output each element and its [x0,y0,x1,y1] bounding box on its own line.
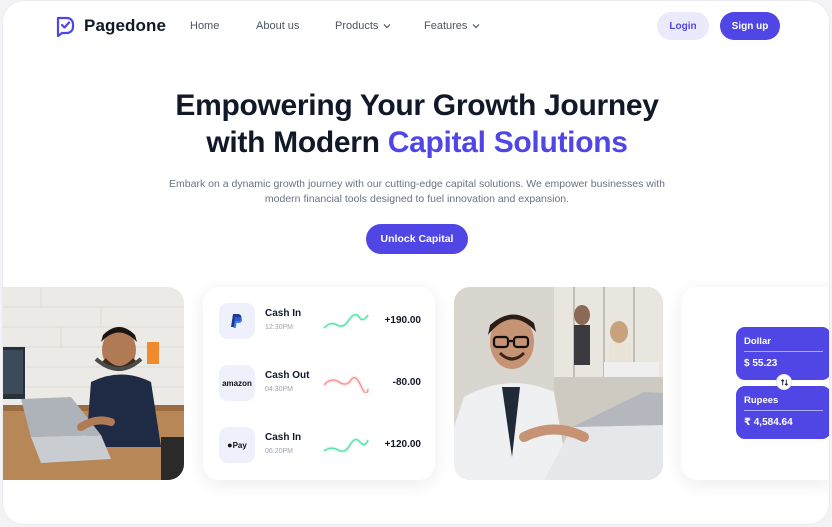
dollar-label: Dollar [744,336,823,352]
rupees-value: ₹ 4,584.64 [744,417,793,428]
headline-line-1: Empowering Your Growth Journey [175,89,659,122]
transaction-row[interactable]: amazon Cash Out 04:30PM -80.00 [219,365,421,401]
swap-icon [780,378,788,386]
nav-features[interactable]: Features [424,20,480,32]
nav-products[interactable]: Products [335,20,391,32]
nav-features-label: Features [424,20,468,32]
photo-man-laptop [3,287,184,480]
transaction-label: Cash In [265,432,302,443]
rupees-field[interactable]: Rupees ₹ 4,584.64 [736,386,829,439]
headline-line-2-text: with Modern [206,126,388,159]
swap-button[interactable] [776,374,792,390]
unlock-capital-button[interactable]: Unlock Capital [366,224,468,254]
headline-accent: Capital Solutions [387,126,628,159]
chevron-down-icon [472,24,480,29]
transactions-card: Cash In 12:30PM +190.00 amazon Cash Out … [203,287,435,480]
paypal-icon [219,303,255,339]
trend-up-sparkline [323,312,369,330]
nav-home[interactable]: Home [190,20,219,32]
rupees-label: Rupees [744,395,823,411]
chevron-down-icon [383,24,391,29]
transaction-row[interactable]: Cash In 12:30PM +190.00 [219,303,421,339]
transaction-time: 06:20PM [265,448,294,455]
paypal-glyph [231,314,242,328]
hero-subtext: Embark on a dynamic growth journey with … [169,178,665,205]
login-button[interactable]: Login [657,12,709,40]
apple-pay-logo: ● Pay [219,427,255,463]
transaction-label: Cash In [265,308,302,319]
transaction-amount: +120.00 [384,439,421,450]
converter-card [681,287,829,480]
dollar-value: $ 55.23 [744,358,778,369]
transaction-label: Cash Out [265,370,310,381]
nav-about-label: About us [256,20,300,32]
headline-line-2: with Modern Capital Solutions [3,124,829,161]
logo-icon [56,16,75,37]
signup-button[interactable]: Sign up [720,12,780,40]
nav-products-label: Products [335,20,379,32]
nav-home-label: Home [190,20,220,32]
dollar-field[interactable]: Dollar $ 55.23 [736,327,829,380]
trend-up-sparkline [323,437,369,454]
photo-office-worker [454,287,663,480]
transaction-amount: +190.00 [384,315,421,326]
page-frame: Pagedone Home About us Products Features… [2,0,830,525]
transaction-amount: -80.00 [392,377,421,388]
apple-pay-text: Pay [232,440,247,450]
brand-logo[interactable]: Pagedone [54,15,166,37]
hero-headline: Empowering Your Growth Journey with Mode… [3,87,829,161]
nav-about[interactable]: About us [256,20,299,32]
transaction-time: 04:30PM [265,386,294,393]
amazon-logo: amazon [219,365,255,401]
brand-name: Pagedone [84,16,167,35]
transaction-time: 12:30PM [265,324,294,331]
trend-down-sparkline [323,375,369,393]
transaction-row[interactable]: ● Pay Cash In 06:20PM +120.00 [219,427,421,463]
